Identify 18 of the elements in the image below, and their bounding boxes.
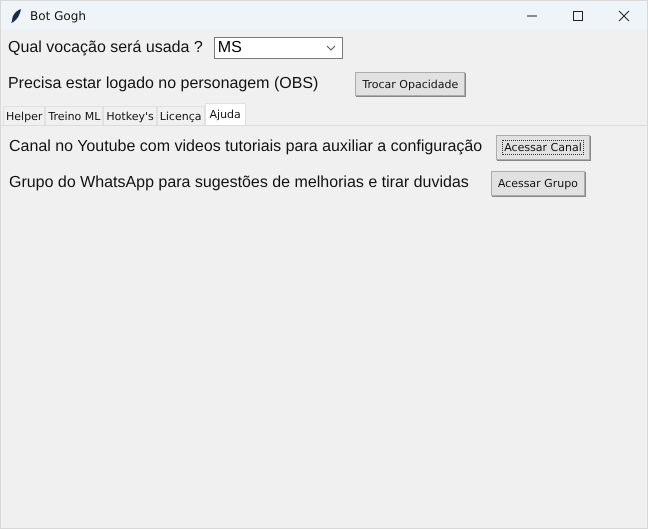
close-icon[interactable] <box>618 10 630 22</box>
tab[interactable]: Licença <box>156 106 204 125</box>
help-text: Canal no Youtube com videos tutoriais para auxiliar a configuração <box>9 138 482 156</box>
tab[interactable]: Ajuda <box>204 103 246 125</box>
link-button[interactable]: Acessar Canal <box>496 134 590 160</box>
vocation-label: Qual vocação será usada ? <box>8 39 203 57</box>
tab[interactable]: Treino ML <box>45 106 104 125</box>
chevron-down-icon <box>326 45 336 51</box>
vocation-dropdown[interactable]: MS <box>214 37 343 59</box>
help-text: Grupo do WhatsApp para sugestões de melhorias e tirar duvidas <box>9 174 469 192</box>
feather-icon <box>10 8 22 24</box>
maximize-icon[interactable] <box>572 10 584 22</box>
window-title: Bot Gogh <box>30 8 86 22</box>
link-button[interactable]: Acessar Grupo <box>490 170 585 196</box>
login-note: Precisa estar logado no personagem (OBS) <box>8 75 318 93</box>
tab[interactable]: Helper <box>3 106 46 125</box>
tab[interactable]: Hotkey's <box>103 106 157 125</box>
opacity-button[interactable]: Trocar Opacidade <box>355 72 466 96</box>
